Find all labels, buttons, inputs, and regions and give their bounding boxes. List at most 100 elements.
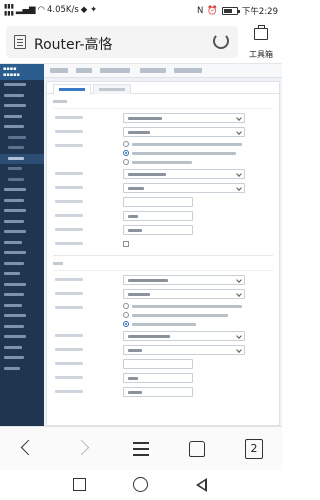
home-system-button[interactable] [133,477,149,493]
sidebar-item[interactable] [0,196,44,207]
status-right: N ⏰ 下午2:29 [197,5,278,17]
tab-active[interactable] [53,84,91,94]
section-header [53,262,273,271]
checkbox[interactable] [123,241,129,247]
menu-button[interactable] [129,437,153,461]
shortcut-link[interactable] [76,68,92,73]
text-input[interactable] [123,225,193,235]
dropdown[interactable] [123,331,245,341]
url-box[interactable]: Router-高恪 [6,26,238,58]
sidebar-item[interactable] [0,269,44,280]
dropdown[interactable] [123,113,245,123]
back-system-button[interactable] [194,477,210,493]
toolbox-icon [254,25,268,40]
form-row [47,209,279,223]
signal-icon: ▂▄▆ [15,5,36,15]
sidebar-item[interactable] [0,206,44,217]
back-button[interactable] [16,437,40,461]
triangle-back-icon [196,478,207,492]
sidebar-item[interactable] [0,301,44,312]
dropdown[interactable] [123,183,245,193]
radio-group [47,301,279,329]
form-row [47,181,279,195]
dropdown[interactable] [123,289,245,299]
form-row [47,357,279,371]
sidebar-subitem-active[interactable] [0,153,44,164]
form-row [47,167,279,181]
sidebar-item[interactable] [0,290,44,301]
sidebar-item[interactable] [0,364,44,375]
sidebar: ▪▪▪▪ ▪▪▪▪▪ [0,64,44,426]
toolbox-button[interactable]: 工具箱 [244,25,278,59]
system-nav-bar [0,470,282,500]
shortcut-link[interactable] [50,68,68,73]
shortcut-link[interactable] [140,68,166,73]
carrier-icons: ▮▮▮ ▮▮▮ [4,3,14,17]
sidebar-subitem[interactable] [0,175,44,186]
text-input[interactable] [123,359,193,369]
sidebar-item[interactable] [0,112,44,123]
sidebar-item[interactable] [0,248,44,259]
browser-address-bar: Router-高恪 工具箱 [0,20,282,64]
sidebar-subitem[interactable] [0,164,44,175]
sidebar-item[interactable] [0,217,44,228]
shortcut-link[interactable] [100,68,130,73]
sidebar-item[interactable] [0,91,44,102]
sidebar-subitem[interactable] [0,133,44,144]
form-row [47,237,279,251]
sidebar-item[interactable] [0,80,44,91]
network-speed: 4.05K/s [46,5,79,15]
shortcut-link[interactable] [174,68,202,73]
sidebar-item[interactable] [0,322,44,333]
sidebar-item[interactable] [0,227,44,238]
clock: 下午2:29 [241,7,278,17]
sidebar-item[interactable] [0,280,44,291]
form-row [47,223,279,237]
circle-icon [133,477,148,492]
form-row [47,287,279,301]
text-input[interactable] [123,387,193,397]
back-arrow-icon [20,439,37,456]
forward-button[interactable] [73,437,97,461]
sidebar-item[interactable] [0,259,44,270]
router-logo: ▪▪▪▪ ▪▪▪▪▪ [0,64,44,80]
router-admin-page: ▪▪▪▪ ▪▪▪▪▪ [0,64,282,426]
page-title: Router-高恪 [34,37,113,53]
nfc-icon: N [196,6,204,16]
sidebar-item[interactable] [0,122,44,133]
tabs-button[interactable]: 2 [242,437,266,461]
text-input[interactable] [123,373,193,383]
dropdown[interactable] [123,169,245,179]
home-button[interactable] [185,437,209,461]
form-row [47,371,279,385]
home-icon [189,441,205,457]
reload-icon[interactable] [213,33,229,49]
text-input[interactable] [123,211,193,221]
divider [53,255,273,256]
recents-button[interactable] [72,477,88,493]
alarm-icon: ⏰ [207,6,218,16]
tab-inactive[interactable] [93,84,131,94]
dropdown[interactable] [123,345,245,355]
forward-arrow-icon [73,439,90,456]
page-icon [14,35,26,49]
text-input[interactable] [123,197,193,207]
tab-count: 2 [245,439,263,459]
sidebar-item[interactable] [0,238,44,249]
form-row [47,273,279,287]
sidebar-item[interactable] [0,353,44,364]
sidebar-item[interactable] [0,101,44,112]
notification-icons: ◆ ✦ [80,5,98,15]
section-header [53,100,273,109]
dropdown[interactable] [123,127,245,137]
browser-nav-bar: 2 [0,426,282,470]
top-shortcut-strip [44,64,282,78]
form-row [47,111,279,125]
sidebar-item[interactable] [0,332,44,343]
sidebar-item[interactable] [0,185,44,196]
square-icon [73,478,86,491]
sidebar-item[interactable] [0,311,44,322]
dropdown[interactable] [123,275,245,285]
sidebar-item[interactable] [0,343,44,354]
sidebar-subitem[interactable] [0,143,44,154]
